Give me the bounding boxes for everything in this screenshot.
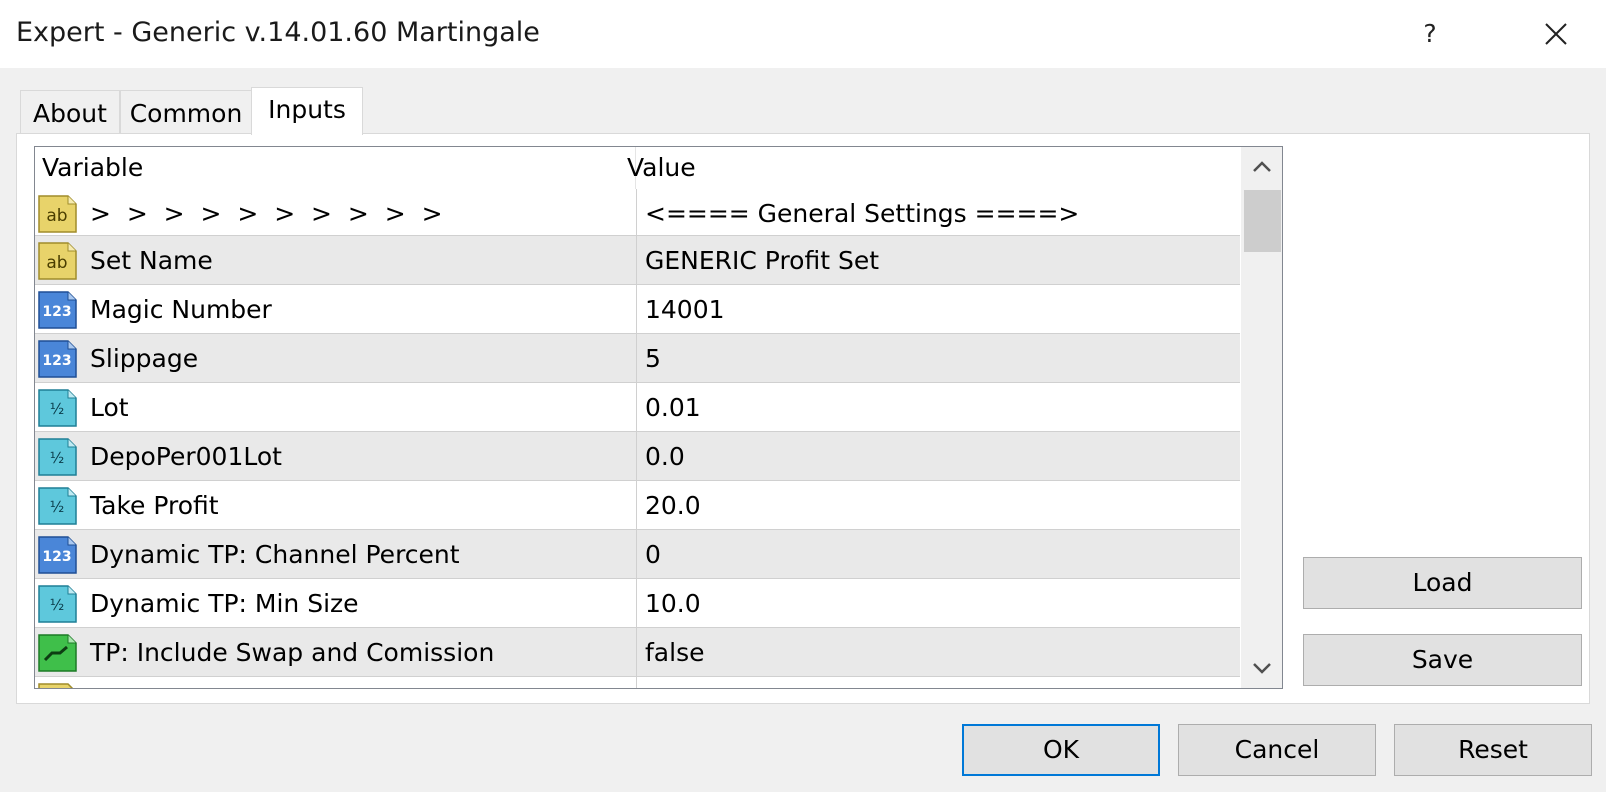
variable-value[interactable]: GENERIC Profit Set (645, 236, 879, 285)
svg-text:½: ½ (50, 400, 65, 418)
variable-value[interactable]: 10.0 (645, 579, 701, 628)
chevron-up-icon (1253, 161, 1271, 172)
variable-value[interactable]: 0.0 (645, 432, 685, 481)
column-separator (636, 677, 637, 688)
variable-name: TP: Include Swap and Comission (90, 638, 495, 667)
cancel-button[interactable]: Cancel (1178, 724, 1376, 776)
close-button[interactable] (1534, 13, 1578, 55)
scroll-thumb[interactable] (1244, 190, 1281, 252)
double-icon: ½ (38, 585, 78, 623)
variable-value[interactable]: <==== General Settings ====> (645, 189, 1079, 238)
variable-name: Take Profit (90, 491, 219, 520)
tab-common[interactable]: Common (120, 90, 252, 135)
scroll-down-button[interactable] (1241, 648, 1282, 688)
column-separator (636, 481, 637, 529)
close-icon (1545, 23, 1567, 45)
string-icon: ab (38, 242, 78, 280)
title-bar: Expert - Generic v.14.01.60 Martingale ? (0, 0, 1606, 68)
table-row[interactable]: 123 Magic Number 14001 (35, 285, 1240, 334)
svg-text:½: ½ (50, 449, 65, 467)
double-icon: ½ (38, 389, 78, 427)
variable-value[interactable]: 0 (645, 530, 661, 579)
variable-name: Slippage (90, 344, 199, 373)
string-icon: ab (38, 195, 78, 233)
table-row[interactable]: ab > > > > > > > > > > <==== General Set… (35, 189, 1240, 236)
variable-name: Dynamic TP: Channel Percent (90, 540, 460, 569)
vertical-scrollbar[interactable] (1241, 147, 1282, 688)
table-row[interactable]: 123 Dynamic TP: Channel Percent 0 (35, 530, 1240, 579)
column-separator (636, 432, 637, 480)
column-separator (636, 236, 637, 284)
svg-text:½: ½ (50, 498, 65, 516)
chevron-down-icon (1253, 663, 1271, 674)
help-button[interactable]: ? (1408, 13, 1452, 55)
column-separator (636, 285, 637, 333)
variable-value[interactable]: 14001 (645, 285, 725, 334)
variable-name: Lot (90, 393, 129, 422)
svg-text:½: ½ (50, 596, 65, 614)
double-icon: ½ (38, 438, 78, 476)
variable-name: Set Name (90, 246, 213, 275)
window-title: Expert - Generic v.14.01.60 Martingale (16, 17, 540, 48)
svg-text:ab: ab (46, 206, 67, 226)
grid-header: Variable Value (35, 147, 1240, 189)
load-button[interactable]: Load (1303, 557, 1582, 609)
variable-name: Dynamic TP: Min Size (90, 589, 359, 618)
grid-rows: ab > > > > > > > > > > <==== General Set… (35, 189, 1240, 688)
svg-text:123: 123 (42, 304, 71, 320)
string-icon (38, 683, 78, 688)
table-row[interactable]: TP: Include Swap and Comission false (35, 628, 1240, 677)
variable-value[interactable]: 5 (645, 334, 661, 383)
variable-name: Magic Number (90, 295, 272, 324)
ok-button[interactable]: OK (962, 724, 1160, 776)
bool-icon (38, 634, 78, 672)
save-button[interactable]: Save (1303, 634, 1582, 686)
variable-value[interactable]: false (645, 628, 704, 677)
table-row[interactable] (35, 677, 1240, 688)
column-separator (636, 189, 637, 235)
column-separator (636, 579, 637, 627)
table-row[interactable]: ½ Take Profit 20.0 (35, 481, 1240, 530)
scroll-up-button[interactable] (1241, 147, 1282, 187)
tab-about[interactable]: About (20, 90, 120, 135)
column-header-value[interactable]: Value (620, 147, 1220, 189)
double-icon: ½ (38, 487, 78, 525)
table-row[interactable]: ½ Lot 0.01 (35, 383, 1240, 432)
svg-text:123: 123 (42, 549, 71, 565)
variable-name: DepoPer001Lot (90, 442, 282, 471)
variable-value[interactable]: 20.0 (645, 481, 701, 530)
table-row[interactable]: ½ Dynamic TP: Min Size 10.0 (35, 579, 1240, 628)
integer-icon: 123 (38, 340, 78, 378)
variable-value[interactable]: 0.01 (645, 383, 701, 432)
tab-inputs[interactable]: Inputs (251, 87, 363, 135)
table-row[interactable]: 123 Slippage 5 (35, 334, 1240, 383)
column-separator (636, 628, 637, 676)
table-row[interactable]: ab Set Name GENERIC Profit Set (35, 236, 1240, 285)
svg-text:ab: ab (46, 253, 67, 273)
reset-button[interactable]: Reset (1394, 724, 1592, 776)
integer-icon: 123 (38, 536, 78, 574)
variable-name: > > > > > > > > > > (90, 199, 443, 228)
column-separator (636, 383, 637, 431)
column-header-variable[interactable]: Variable (35, 147, 635, 189)
column-separator (636, 530, 637, 578)
table-row[interactable]: ½ DepoPer001Lot 0.0 (35, 432, 1240, 481)
svg-text:123: 123 (42, 353, 71, 369)
inputs-grid[interactable]: Variable Value ab > > > > > > > > > > <=… (34, 146, 1283, 689)
integer-icon: 123 (38, 291, 78, 329)
column-separator (636, 334, 637, 382)
